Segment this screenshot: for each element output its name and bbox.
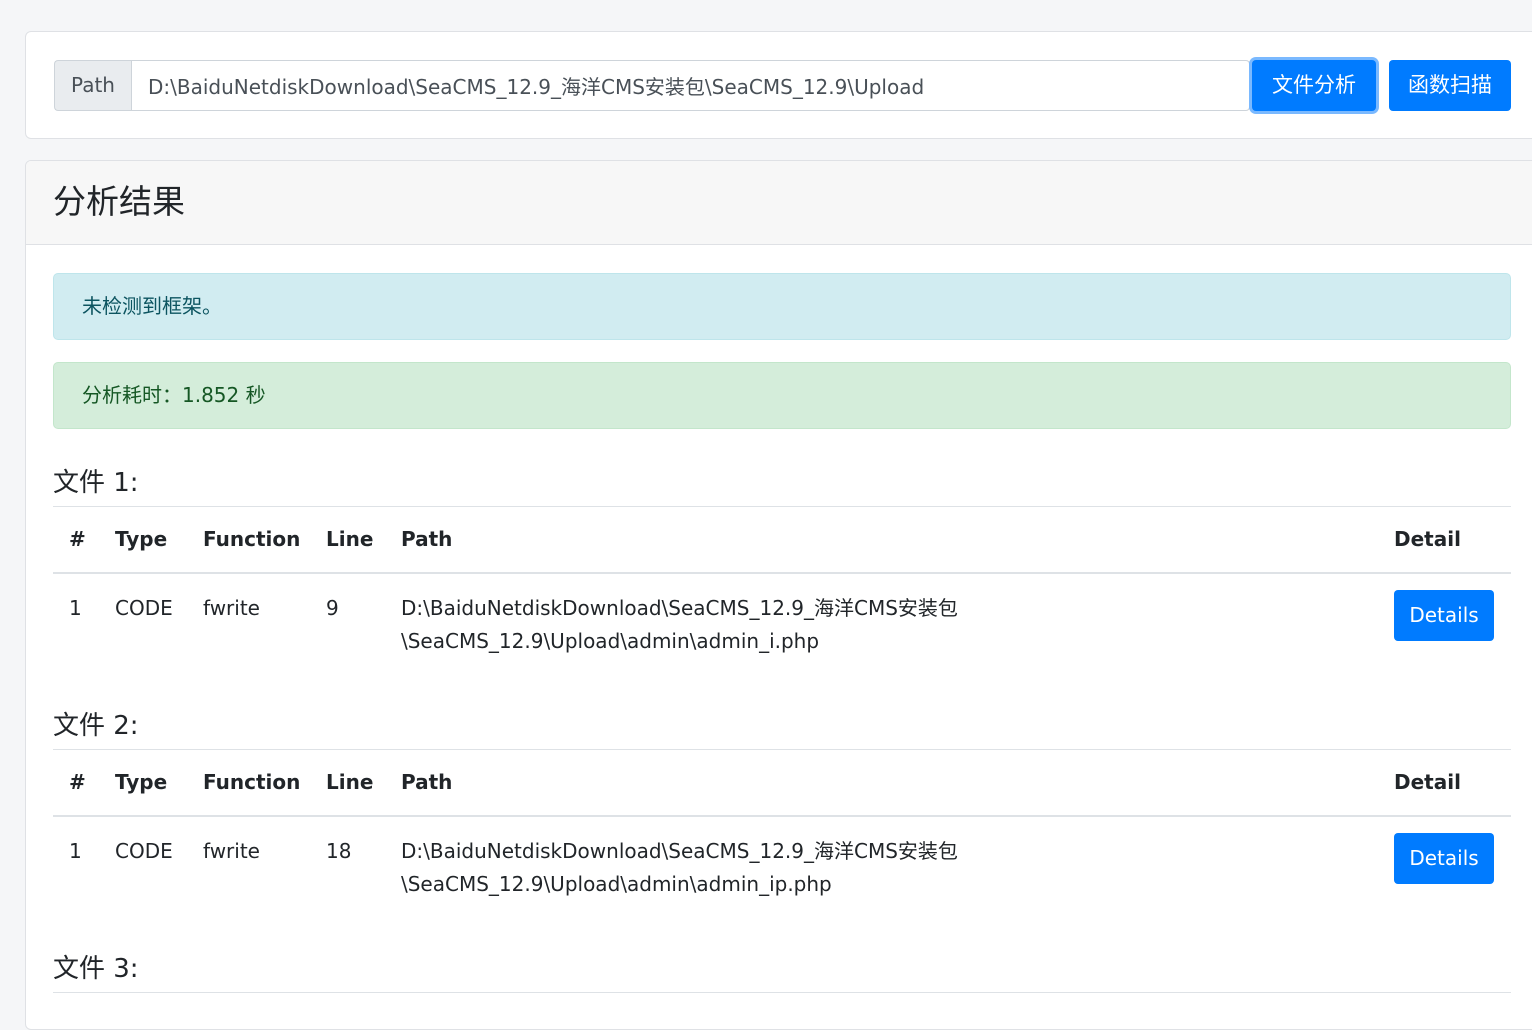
col-header-type: Type <box>115 770 168 794</box>
analysis-results-card: 分析结果 未检测到框架。 分析耗时：1.852 秒 文件 1: # Type F… <box>25 160 1532 1030</box>
cell-function: fwrite <box>203 839 260 863</box>
col-header-line: Line <box>326 527 374 551</box>
path-input-group: Path <box>54 60 1250 111</box>
framework-info-alert: 未检测到框架。 <box>53 273 1511 340</box>
cell-path-line2: \SeaCMS_12.9\Upload\admin\admin_ip.php <box>401 872 832 896</box>
file-table <box>53 992 1511 1002</box>
details-button[interactable]: Details <box>1394 590 1494 641</box>
col-header-detail: Detail <box>1394 527 1461 551</box>
col-header-line: Line <box>326 770 374 794</box>
cell-line: 18 <box>326 839 352 863</box>
col-header-num: # <box>69 527 86 551</box>
file-table: # Type Function Line Path Detail 1 CODE … <box>53 506 1511 656</box>
col-header-path: Path <box>401 527 453 551</box>
table-divider <box>53 506 1511 507</box>
file-table: # Type Function Line Path Detail 1 CODE … <box>53 749 1511 899</box>
path-prefix-label: Path <box>54 60 131 111</box>
timing-success-alert: 分析耗时：1.852 秒 <box>53 362 1511 429</box>
cell-path-line1: D:\BaiduNetdiskDownload\SeaCMS_12.9_海洋CM… <box>401 596 958 620</box>
cell-path: D:\BaiduNetdiskDownload\SeaCMS_12.9_海洋CM… <box>401 835 981 901</box>
cell-type: CODE <box>115 839 173 863</box>
col-header-type: Type <box>115 527 168 551</box>
table-header-divider <box>53 572 1511 574</box>
details-button[interactable]: Details <box>1394 833 1494 884</box>
cell-type: CODE <box>115 596 173 620</box>
col-header-function: Function <box>203 770 301 794</box>
table-divider <box>53 749 1511 750</box>
cell-num: 1 <box>69 839 82 863</box>
file-title: 文件 3: <box>53 954 139 984</box>
file-analyze-button[interactable]: 文件分析 <box>1252 60 1376 111</box>
cell-path-line1: D:\BaiduNetdiskDownload\SeaCMS_12.9_海洋CM… <box>401 839 958 863</box>
table-divider <box>53 992 1511 993</box>
file-title: 文件 1: <box>53 468 139 498</box>
cell-path-line2: \SeaCMS_12.9\Upload\admin\admin_i.php <box>401 629 820 653</box>
cell-line: 9 <box>326 596 339 620</box>
file-title: 文件 2: <box>53 711 139 741</box>
cell-num: 1 <box>69 596 82 620</box>
col-header-num: # <box>69 770 86 794</box>
cell-function: fwrite <box>203 596 260 620</box>
path-search-card: Path 文件分析 函数扫描 <box>25 31 1532 139</box>
results-title: 分析结果 <box>26 161 1532 245</box>
col-header-path: Path <box>401 770 453 794</box>
path-input[interactable] <box>131 60 1250 111</box>
col-header-function: Function <box>203 527 301 551</box>
col-header-detail: Detail <box>1394 770 1461 794</box>
cell-path: D:\BaiduNetdiskDownload\SeaCMS_12.9_海洋CM… <box>401 592 981 658</box>
table-header-divider <box>53 815 1511 817</box>
function-scan-button[interactable]: 函数扫描 <box>1389 60 1511 111</box>
